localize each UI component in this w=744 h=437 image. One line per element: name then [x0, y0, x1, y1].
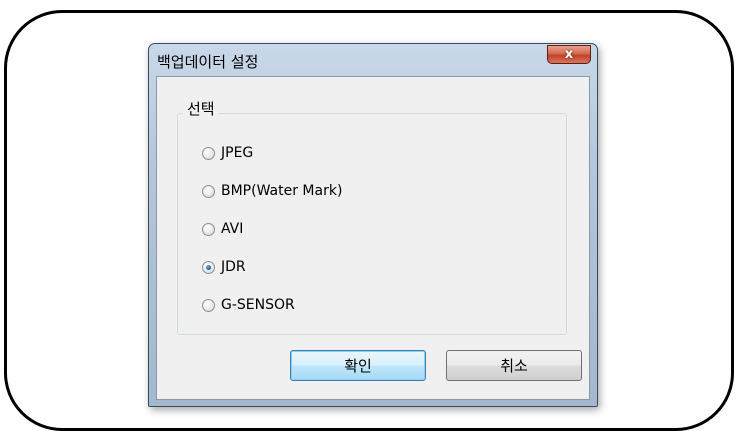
radio-option-jdr[interactable]: JDR	[202, 257, 246, 277]
groupbox-label: 선택	[183, 98, 219, 119]
radio-option-avi[interactable]: AVI	[202, 219, 243, 239]
close-icon: x	[564, 47, 574, 62]
radio-label: JPEG	[221, 145, 254, 161]
radio-option-g-sensor[interactable]: G-SENSOR	[202, 295, 295, 315]
radio-button[interactable]	[202, 146, 215, 160]
backup-settings-dialog: 백업데이터 설정 x 선택 JPEG BMP(Water Mark) AVI J…	[148, 43, 598, 407]
radio-option-bmp[interactable]: BMP(Water Mark)	[202, 181, 342, 201]
ok-button[interactable]: 확인	[290, 350, 426, 381]
radio-button[interactable]	[202, 184, 215, 198]
radio-button[interactable]	[202, 298, 215, 312]
radio-button[interactable]	[202, 222, 215, 236]
radio-label: JDR	[221, 259, 246, 275]
close-button[interactable]: x	[547, 45, 591, 64]
radio-label: AVI	[221, 221, 244, 237]
dialog-client-area: 선택 JPEG BMP(Water Mark) AVI JDR G-SENSOR…	[156, 76, 590, 400]
radio-label: G-SENSOR	[221, 297, 295, 313]
title-bar[interactable]: 백업데이터 설정 x	[149, 44, 597, 76]
cancel-button[interactable]: 취소	[446, 350, 582, 381]
radio-label: BMP(Water Mark)	[221, 183, 343, 199]
radio-button-selected[interactable]	[202, 260, 215, 274]
radio-option-jpeg[interactable]: JPEG	[202, 143, 253, 163]
dialog-title: 백업데이터 설정	[157, 53, 259, 71]
